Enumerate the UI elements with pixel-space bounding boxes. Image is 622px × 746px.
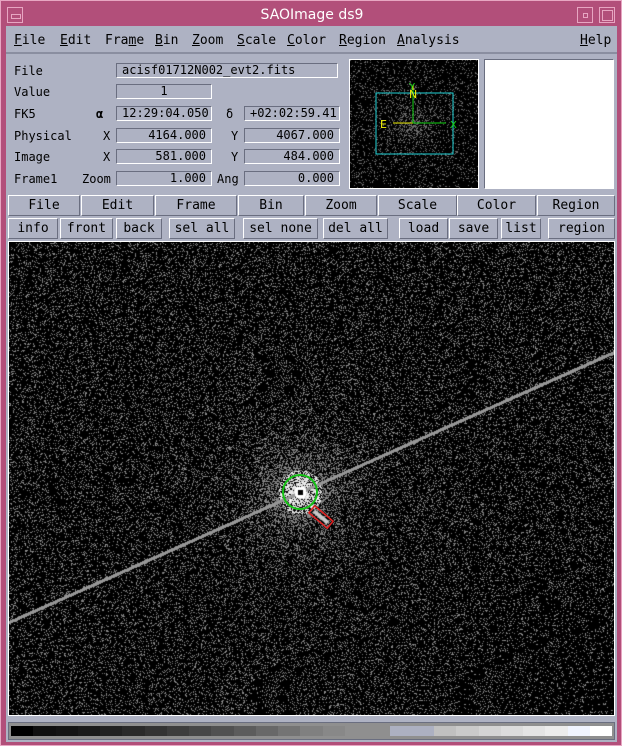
region-save-button[interactable]: save [449, 218, 498, 239]
colorbar-segment [33, 726, 56, 736]
file-label: File [14, 64, 43, 78]
main-Region-button[interactable]: Region [537, 195, 615, 216]
colorbar-segment [233, 726, 256, 736]
menu-region[interactable]: Region [339, 33, 386, 48]
colorbar-segment [189, 726, 212, 736]
client-area: File Edit Frame Bin Zoom Scale Color Region Anal… [6, 26, 617, 742]
fk5-label: FK5 [14, 107, 36, 121]
colorbar-segment [589, 726, 613, 736]
region-region-button[interactable]: region [548, 218, 615, 239]
circle-region[interactable] [282, 474, 318, 510]
region-sel-all-button[interactable]: sel all [169, 218, 235, 239]
image-x-label: X [103, 150, 111, 164]
file-field: acisf01712N002_evt2.fits [116, 63, 338, 78]
menu-file[interactable]: File [14, 33, 45, 48]
menu-bin[interactable]: Bin [155, 33, 178, 48]
main-Color-button[interactable]: Color [457, 195, 536, 216]
region-overlay [282, 474, 335, 530]
physical-x-label: X [103, 129, 111, 143]
menu-frame[interactable]: Frame [105, 33, 144, 48]
image-x-field: 581.000 [116, 149, 212, 164]
menu-color[interactable]: Color [287, 33, 326, 48]
region-front-button[interactable]: front [60, 218, 113, 239]
zoom-field: 1.000 [116, 171, 212, 186]
physical-y-label: Y [231, 129, 239, 143]
main-button-bar: File Edit Frame Bin Zoom Scale Color Region [6, 195, 617, 217]
menu-scale[interactable]: Scale [237, 33, 276, 48]
colorbar-segment [500, 726, 524, 736]
region-button-bar: info front back sel all sel none del all load s… [6, 218, 617, 240]
value-field: 1 [116, 84, 212, 99]
menu-help[interactable]: Help [580, 33, 611, 48]
angle-label: Ang [217, 172, 239, 186]
region-load-button[interactable]: load [399, 218, 448, 239]
main-Frame-button[interactable]: Frame [155, 195, 237, 216]
colorbar-segment [144, 726, 167, 736]
menu-bar: File Edit Frame Bin Zoom Scale Color Region Anal… [6, 26, 617, 54]
panner[interactable]: N E X Y [349, 59, 479, 189]
alpha-label: α [96, 107, 104, 121]
box-region[interactable] [307, 504, 335, 530]
main-Zoom-button[interactable]: Zoom [305, 195, 377, 216]
image-label: Image [14, 150, 51, 164]
colorbar-segment [478, 726, 501, 736]
colorbar-segment [456, 726, 479, 736]
main-Edit-button[interactable]: Edit [81, 195, 154, 216]
region-list-button[interactable]: list [501, 218, 541, 239]
delta-field: +02:02:59.41 [244, 106, 340, 121]
physical-label: Physical [14, 129, 72, 143]
colorbar-segment [411, 726, 435, 736]
region-back-button[interactable]: back [116, 218, 162, 239]
image-y-label: Y [408, 82, 416, 93]
frame-label: Frame1 [14, 172, 58, 186]
region-sel-none-button[interactable]: sel none [243, 218, 318, 239]
menu-edit[interactable]: Edit [60, 33, 91, 48]
minimize-button[interactable] [577, 7, 593, 23]
physical-y-field: 4067.000 [244, 128, 340, 143]
colorbar-segment [300, 726, 323, 736]
physical-x-field: 4164.000 [116, 128, 212, 143]
title-bar[interactable]: SAOImage ds9 [5, 5, 619, 25]
image-y-label: Y [231, 150, 239, 164]
region-del-all-button[interactable]: del all [323, 218, 388, 239]
image-y-field: 484.000 [244, 149, 340, 164]
alpha-field: 12:29:04.050 [116, 106, 212, 121]
magnifier [484, 59, 614, 189]
angle-field: 0.000 [244, 171, 340, 186]
menu-analysis[interactable]: Analysis [397, 33, 460, 48]
main-File-button[interactable]: File [8, 195, 80, 216]
maximize-button[interactable] [599, 7, 615, 23]
panner-overlay: N E X Y [375, 82, 457, 155]
colorbar-segment [122, 726, 145, 736]
colorbar-segment [344, 726, 368, 736]
colorbar-segment [389, 726, 412, 736]
region-info-button[interactable]: info [8, 218, 58, 239]
image-display[interactable] [8, 241, 615, 716]
image-x-label: X [450, 120, 457, 131]
colorbar-segment [545, 726, 568, 736]
colorbar-segment [322, 726, 345, 736]
colorbar-segment [100, 726, 123, 736]
colorbar-segment [434, 726, 457, 736]
delta-label: δ [226, 107, 234, 121]
colorbar-segment [567, 726, 590, 736]
main-Bin-button[interactable]: Bin [238, 195, 304, 216]
menu-zoom[interactable]: Zoom [192, 33, 223, 48]
colorbar-segment [166, 726, 190, 736]
colorbar-segment [367, 726, 390, 736]
colorbar-segment [11, 726, 34, 736]
app-window: SAOImage ds9 File Edit Frame Bin Zoom Scale Co… [0, 0, 622, 746]
window-title: SAOImage ds9 [260, 7, 364, 23]
value-label: Value [14, 85, 51, 99]
colorbar-segment [211, 726, 234, 736]
colorbar-segment [55, 726, 78, 736]
colorbar-segment [255, 726, 279, 736]
colorbar-segment [523, 726, 546, 736]
main-Scale-button[interactable]: Scale [378, 195, 457, 216]
zoom-label: Zoom [82, 172, 111, 186]
compass-east-label: E [380, 118, 387, 131]
colorbar-segment [278, 726, 301, 736]
colorbar[interactable] [8, 722, 615, 740]
colorbar-segment [77, 726, 101, 736]
